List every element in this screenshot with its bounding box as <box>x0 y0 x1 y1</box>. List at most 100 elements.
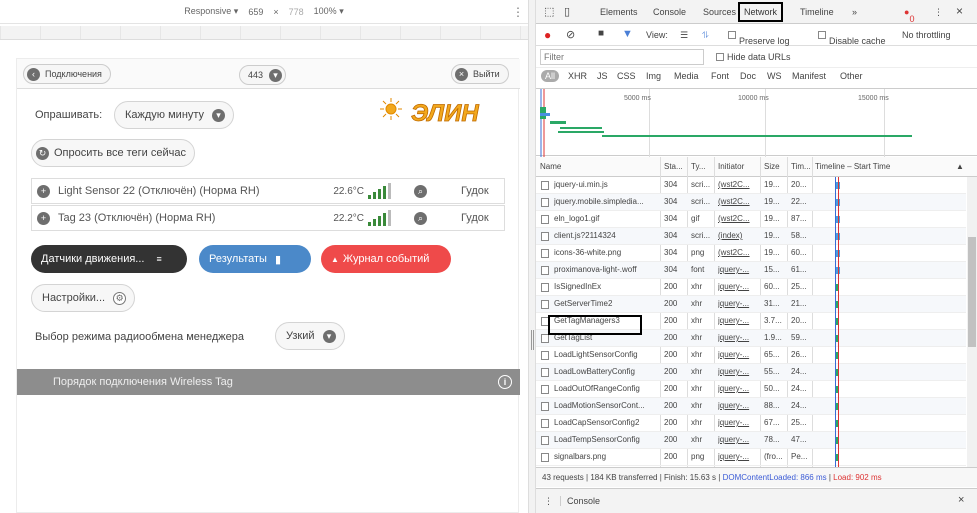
devtools-menu-icon[interactable]: ⋮ <box>934 7 943 18</box>
radio-mode-select[interactable]: Узкий ▾ <box>275 322 345 350</box>
request-initiator[interactable]: jquery-... <box>718 265 758 274</box>
request-initiator[interactable]: (index) <box>718 231 758 240</box>
request-row[interactable]: LoadMotionSensorCont... 200 xhr jquery-... 8… <box>536 398 966 415</box>
poll-all-button[interactable]: ↻ Опросить все теги сейчас <box>31 139 195 167</box>
motion-sensors-button[interactable]: Датчики движения... ≡ <box>31 245 187 273</box>
type-filter-css[interactable]: CSS <box>617 71 636 81</box>
overview-icon[interactable]: ⥮ <box>702 30 709 41</box>
hide-data-urls-checkbox[interactable]: Hide data URLs <box>716 52 791 62</box>
request-initiator[interactable]: jquery-... <box>718 299 758 308</box>
info-icon[interactable]: i <box>498 375 512 389</box>
request-row[interactable]: proximanova-light-.woff 304 font jquery-...… <box>536 262 966 279</box>
request-row[interactable]: eln_logo1.gif 304 gif (wst2C... 19... 87... <box>536 211 966 228</box>
column-initiator[interactable]: Initiator <box>718 162 744 171</box>
request-initiator[interactable]: jquery-... <box>718 367 758 376</box>
height-input[interactable]: 778 <box>289 7 304 17</box>
request-row[interactable]: signalbars.png 200 png jquery-... (fro... Pe.… <box>536 449 966 466</box>
request-initiator[interactable]: jquery-... <box>718 316 758 325</box>
pane-splitter[interactable] <box>528 0 536 513</box>
network-overview[interactable]: 5000 ms 10000 ms 15000 ms <box>536 88 977 157</box>
request-row[interactable]: LoadTempSensorConfig 200 xhr jquery-... 78..… <box>536 432 966 449</box>
sort-ascending-icon[interactable]: ▲ <box>956 162 964 171</box>
large-rows-icon[interactable]: ☰ <box>680 30 688 41</box>
request-initiator[interactable]: jquery-... <box>718 418 758 427</box>
tab-sources[interactable]: Sources <box>703 7 736 17</box>
type-filter-other[interactable]: Other <box>840 71 863 81</box>
beep-button[interactable]: Гудок <box>461 185 489 197</box>
search-icon[interactable]: ⌕ <box>414 184 427 198</box>
column-status[interactable]: Sta... <box>664 162 683 171</box>
inspect-icon[interactable]: ⬚ <box>544 5 554 18</box>
plus-icon[interactable]: + <box>37 211 50 225</box>
type-filter-all[interactable]: All <box>541 70 560 82</box>
drawer-tab-console[interactable]: Console <box>560 496 600 506</box>
width-input[interactable]: 659 <box>248 7 263 17</box>
type-filter-manifest[interactable]: Manifest <box>792 71 826 81</box>
type-filter-media[interactable]: Media <box>674 71 699 81</box>
zoom-select[interactable]: 100% ▾ <box>314 6 344 17</box>
search-icon[interactable]: ⌕ <box>414 211 427 225</box>
beep-button[interactable]: Гудок <box>461 212 489 224</box>
type-filter-img[interactable]: Img <box>646 71 661 81</box>
request-row[interactable]: LoadLightSensorConfig 200 xhr jquery-... 65.… <box>536 347 966 364</box>
tab-network[interactable]: Network <box>738 2 784 22</box>
request-initiator[interactable]: (wst2C... <box>718 197 758 206</box>
throttling-select[interactable]: No throttling <box>902 30 951 40</box>
request-row[interactable]: LoadCapSensorConfig2 200 xhr jquery-... 67..… <box>536 415 966 432</box>
record-icon[interactable]: ● <box>544 28 551 42</box>
type-filter-font[interactable]: Font <box>711 71 729 81</box>
request-initiator[interactable]: (wst2C... <box>718 248 758 257</box>
sensor-row[interactable]: + Tag 23 (Отключён) (Норма RH) 22.2°C ⌕ … <box>31 205 505 231</box>
count-select[interactable]: 443 ▾ <box>239 65 287 85</box>
tab-console[interactable]: Console <box>653 7 686 17</box>
splitter-grip-icon[interactable] <box>531 330 534 350</box>
request-row[interactable]: jquery.mobile.simpledia... 304 scri... (wst… <box>536 194 966 211</box>
request-initiator[interactable]: jquery-... <box>718 333 758 342</box>
request-initiator[interactable]: (wst2C... <box>718 180 758 189</box>
disable-cache-checkbox[interactable]: Disable cache <box>818 30 886 46</box>
settings-button[interactable]: Настройки... ⚙ <box>31 284 136 312</box>
device-mode-icon[interactable]: ▯ <box>564 5 570 18</box>
close-devtools-icon[interactable]: × <box>956 4 963 18</box>
device-more-icon[interactable]: ⋮ <box>512 5 524 19</box>
request-initiator[interactable]: jquery-... <box>718 401 758 410</box>
connections-button[interactable]: ‹ Подключения <box>23 64 111 84</box>
request-initiator[interactable]: jquery-... <box>718 384 758 393</box>
tab-elements[interactable]: Elements <box>600 7 638 17</box>
column-time[interactable]: Tim... <box>791 162 811 171</box>
filter-icon[interactable]: ▼ <box>622 28 633 40</box>
column-type[interactable]: Ty... <box>691 162 706 171</box>
requests-scrollbar[interactable] <box>967 177 977 467</box>
type-filter-js[interactable]: JS <box>597 71 608 81</box>
request-row[interactable]: LoadLowBatteryConfig 200 xhr jquery-... 55..… <box>536 364 966 381</box>
drawer-menu-icon[interactable]: ⋮ <box>544 496 553 507</box>
event-log-button[interactable]: ▲ Журнал событий <box>321 245 451 273</box>
type-filter-ws[interactable]: WS <box>767 71 782 81</box>
request-initiator[interactable]: (wst2C... <box>718 214 758 223</box>
type-filter-doc[interactable]: Doc <box>740 71 756 81</box>
camera-icon[interactable]: ■ <box>598 28 604 39</box>
more-tabs-icon[interactable]: » <box>852 7 857 17</box>
column-name[interactable]: Name <box>540 162 561 171</box>
logout-button[interactable]: × Выйти <box>451 64 509 84</box>
request-row[interactable]: IsSignedInEx 200 xhr jquery-... 60... 25... <box>536 279 966 296</box>
type-filter-xhr[interactable]: XHR <box>568 71 587 81</box>
column-size[interactable]: Size <box>764 162 780 171</box>
scrollbar-thumb[interactable] <box>968 237 976 347</box>
plus-icon[interactable]: + <box>37 184 50 198</box>
results-button[interactable]: Результаты ▮ <box>199 245 311 273</box>
request-row[interactable]: icons-36-white.png 304 png (wst2C... 19... 60… <box>536 245 966 262</box>
close-drawer-icon[interactable]: × <box>958 494 964 506</box>
request-row[interactable]: LoadOutOfRangeConfig 200 xhr jquery-... 50..… <box>536 381 966 398</box>
column-timeline[interactable]: Timeline – Start Time <box>815 162 890 171</box>
clear-icon[interactable]: ⊘ <box>566 28 575 41</box>
filter-input[interactable] <box>540 49 704 65</box>
request-initiator[interactable]: jquery-... <box>718 282 758 291</box>
preserve-log-checkbox[interactable]: Preserve log <box>728 30 790 46</box>
tab-timeline[interactable]: Timeline <box>800 7 834 17</box>
connection-order-bar[interactable]: Порядок подключения Wireless Tag i <box>17 369 520 395</box>
request-initiator[interactable]: jquery-... <box>718 435 758 444</box>
request-initiator[interactable]: jquery-... <box>718 452 758 461</box>
request-initiator[interactable]: jquery-... <box>718 350 758 359</box>
request-row[interactable]: jquery-ui.min.js 304 scri... (wst2C... 19...… <box>536 177 966 194</box>
